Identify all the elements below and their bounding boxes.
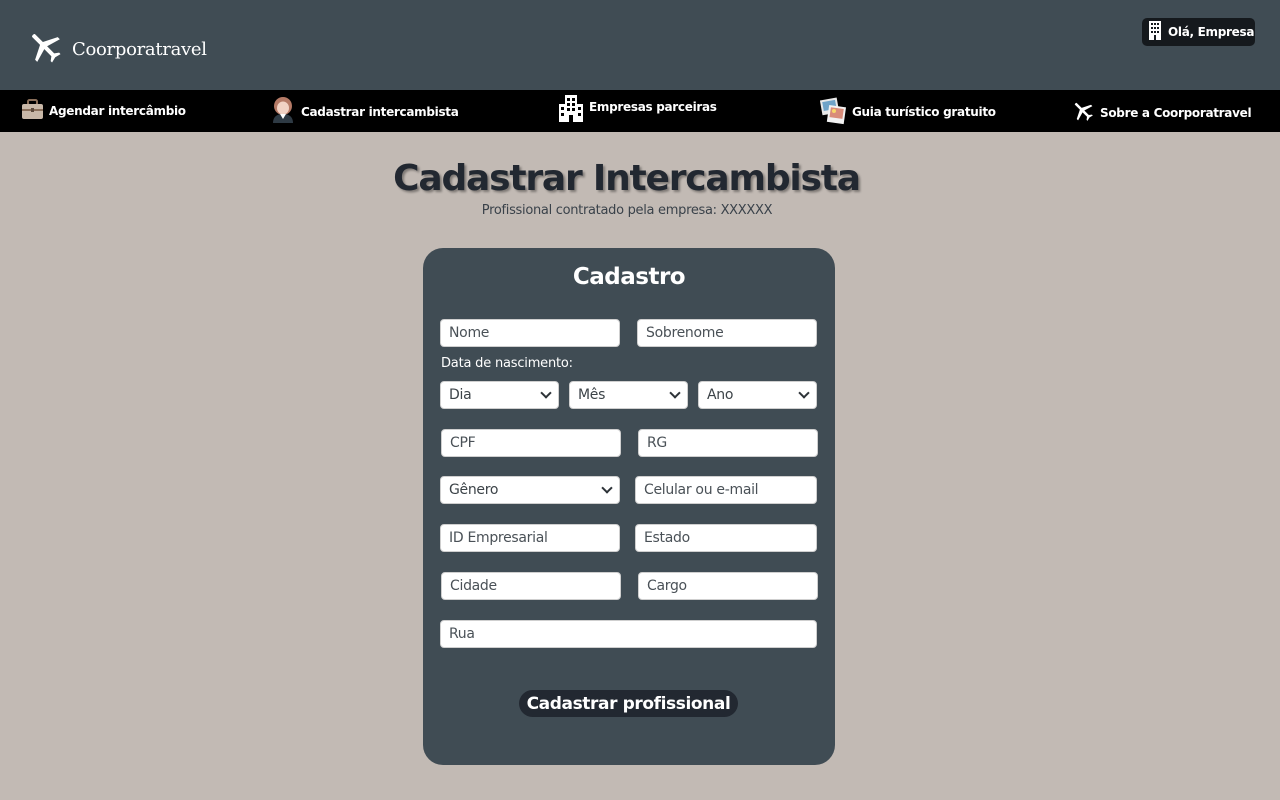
state-field[interactable] bbox=[635, 524, 817, 552]
year-select[interactable]: Ano bbox=[698, 381, 817, 409]
chevron-down-icon bbox=[798, 387, 810, 399]
month-select-value: Mês bbox=[578, 387, 606, 403]
last-name-input[interactable] bbox=[646, 325, 816, 341]
year-select-value: Ano bbox=[707, 387, 734, 403]
contact-field[interactable] bbox=[635, 476, 817, 504]
nav-label: Sobre a Coorporatravel bbox=[1100, 105, 1252, 120]
greeting-text: Olá, Empresa bbox=[1168, 25, 1255, 39]
state-input[interactable] bbox=[644, 530, 816, 546]
street-input[interactable] bbox=[449, 626, 816, 642]
gender-select-value: Gênero bbox=[449, 482, 499, 498]
airplane-icon bbox=[1071, 99, 1095, 126]
last-name-field[interactable] bbox=[637, 319, 817, 347]
month-select[interactable]: Mês bbox=[569, 381, 688, 409]
street-field[interactable] bbox=[440, 620, 817, 648]
nav-label: Cadastrar intercambista bbox=[301, 104, 459, 119]
nav-label: Empresas parceiras bbox=[589, 99, 717, 114]
rg-field[interactable] bbox=[638, 429, 818, 457]
first-name-input[interactable] bbox=[449, 325, 619, 341]
company-account-button[interactable]: Olá, Empresa bbox=[1142, 18, 1255, 46]
form-heading: Cadastro bbox=[572, 264, 686, 290]
building-icon bbox=[1147, 20, 1163, 44]
logo[interactable]: Coorporatravel bbox=[26, 28, 207, 70]
logo-text: Coorporatravel bbox=[72, 38, 207, 60]
company-id-field[interactable] bbox=[440, 524, 620, 552]
photos-icon bbox=[819, 96, 847, 128]
nav-label: Agendar intercâmbio bbox=[49, 103, 186, 118]
main-nav: Agendar intercâmbio Cadastrar intercambi… bbox=[0, 90, 1280, 132]
city-field[interactable] bbox=[441, 572, 621, 600]
city-input[interactable] bbox=[450, 578, 620, 594]
chevron-down-icon bbox=[540, 387, 552, 399]
cpf-field[interactable] bbox=[441, 429, 621, 457]
person-icon bbox=[270, 96, 296, 127]
briefcase-icon bbox=[21, 98, 44, 123]
page-title: Cadastrar Intercambista bbox=[393, 158, 861, 199]
birth-date-label: Data de nascimento: bbox=[441, 356, 573, 371]
top-header: Coorporatravel Olá, Empresa bbox=[0, 0, 1280, 90]
nav-item-guia[interactable]: Guia turístico gratuito bbox=[819, 96, 996, 128]
job-title-field[interactable] bbox=[638, 572, 818, 600]
nav-label: Guia turístico gratuito bbox=[852, 105, 996, 119]
day-select[interactable]: Dia bbox=[440, 381, 559, 409]
nav-item-cadastrar[interactable]: Cadastrar intercambista bbox=[270, 96, 459, 127]
nav-item-empresas[interactable]: Empresas parceiras bbox=[558, 94, 717, 125]
job-title-input[interactable] bbox=[647, 578, 817, 594]
company-id-input[interactable] bbox=[449, 530, 619, 546]
cpf-input[interactable] bbox=[450, 435, 620, 451]
chevron-down-icon bbox=[601, 482, 613, 494]
gender-select[interactable]: Gênero bbox=[440, 476, 620, 504]
rg-input[interactable] bbox=[647, 435, 817, 451]
day-select-value: Dia bbox=[449, 387, 472, 403]
building-icon bbox=[558, 94, 584, 125]
nav-item-sobre[interactable]: Sobre a Coorporatravel bbox=[1071, 99, 1252, 126]
submit-button[interactable]: Cadastrar profissional bbox=[519, 690, 738, 717]
contact-input[interactable] bbox=[644, 482, 816, 498]
airplane-icon bbox=[26, 28, 64, 70]
first-name-field[interactable] bbox=[440, 319, 620, 347]
nav-item-agendar[interactable]: Agendar intercâmbio bbox=[21, 98, 186, 123]
page-subtitle: Profissional contratado pela empresa: XX… bbox=[481, 203, 773, 218]
chevron-down-icon bbox=[669, 387, 681, 399]
